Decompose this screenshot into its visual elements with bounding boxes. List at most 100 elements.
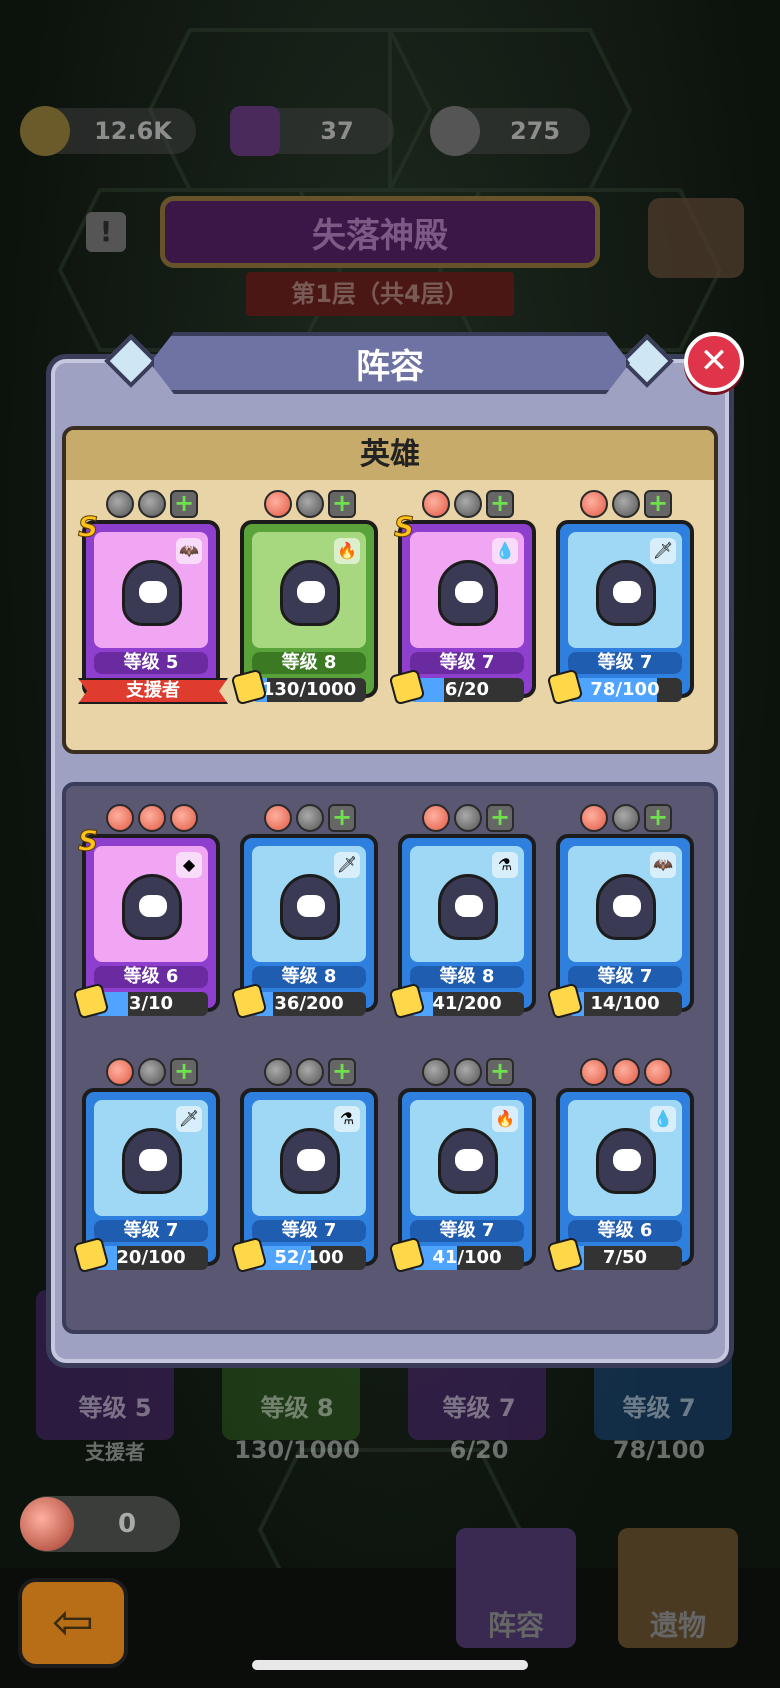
progress-text: 36/200 — [274, 993, 344, 1014]
hero-level: 等级 5 — [94, 652, 208, 674]
bg-level: 等级 8 — [260, 1394, 334, 1422]
shard-progress-bar: 3/10 — [94, 992, 208, 1016]
empty-feed-icon — [296, 1058, 324, 1086]
feed-indicators: + — [580, 804, 680, 834]
fire-icon: 🔥 — [492, 1106, 518, 1132]
progress-text: 6/20 — [444, 679, 490, 700]
hero-portrait: 🗡 — [94, 1100, 208, 1216]
card-frame: ⚗ 等级 7 52/100 — [230, 1088, 378, 1274]
card-frame: 🗡 等级 7 78/100 — [546, 520, 694, 706]
hero-card[interactable]: + 🗡 等级 7 20/100 — [72, 1058, 220, 1274]
hero-portrait: 🔥 — [252, 532, 366, 648]
hero-card[interactable]: + 🦇 等级 7 14/100 — [546, 804, 694, 1020]
character-icon — [280, 1128, 340, 1194]
alert-icon[interactable]: ! — [86, 212, 126, 252]
gem-counter: 37 — [230, 106, 394, 156]
hero-card[interactable]: + 🦇 等级 5 支援者 S — [77, 490, 228, 704]
card-frame: ◆ 等级 6 3/10 — [72, 834, 220, 1020]
modal-title: 阵容 — [356, 346, 424, 387]
hero-card[interactable]: + 🔥 等级 7 41/100 — [388, 1058, 536, 1274]
add-feed-icon: + — [486, 1058, 514, 1086]
potion-icon: ⚗ — [492, 852, 518, 878]
empty-feed-icon — [106, 490, 134, 518]
character-icon — [596, 1128, 656, 1194]
modal-title-bar: 阵容 — [150, 332, 630, 394]
empty-feed-icon — [264, 1058, 292, 1086]
rock-icon: ◆ — [176, 852, 202, 878]
hero-portrait: 🦇 — [568, 846, 682, 962]
water-icon: 💧 — [650, 1106, 676, 1132]
hero-card[interactable]: + ⚗ 等级 7 52/100 — [230, 1058, 378, 1274]
hero-level: 等级 7 — [252, 1220, 366, 1242]
feed-indicators — [106, 804, 206, 834]
hero-level: 等级 7 — [410, 1220, 524, 1242]
meat-icon — [20, 1497, 74, 1551]
hero-portrait: 🗡 — [568, 532, 682, 648]
map-title-banner: 失落神殿 — [160, 196, 600, 268]
map-title: 失落神殿 — [312, 215, 448, 256]
sword-icon: 🗡 — [650, 538, 676, 564]
card-frame: 🔥 等级 7 41/100 — [388, 1088, 536, 1274]
rarity-badge: S — [77, 824, 99, 858]
water-icon: 💧 — [492, 538, 518, 564]
hero-level: 等级 8 — [252, 966, 366, 988]
close-button[interactable]: ✕ — [684, 332, 744, 392]
hero-card[interactable]: + 🗡 等级 8 36/200 — [230, 804, 378, 1020]
meat-icon — [644, 1058, 672, 1086]
hero-card[interactable]: + 🗡 等级 7 78/100 — [546, 490, 694, 706]
card-frame: 💧 等级 7 6/20 — [388, 520, 536, 706]
gold-value: 12.6K — [94, 117, 172, 145]
feed-indicators: + — [422, 1058, 522, 1088]
character-icon — [438, 560, 498, 626]
hero-portrait: 🗡 — [252, 846, 366, 962]
character-icon — [122, 1128, 182, 1194]
hero-card[interactable]: + 🔥 等级 8 130/1000 — [230, 490, 378, 706]
hero-card[interactable]: ◆ 等级 6 3/10 S — [72, 804, 220, 1020]
back-button[interactable]: ⇦ — [18, 1578, 128, 1668]
character-icon — [596, 874, 656, 940]
hero-card[interactable]: + 💧 等级 7 6/20 S — [388, 490, 536, 706]
hero-portrait: ⚗ — [410, 846, 524, 962]
shard-progress-bar: 6/20 — [410, 678, 524, 702]
bg-support-badge: 支援者 — [85, 1440, 145, 1464]
feed-indicators: + — [264, 490, 364, 520]
meat-icon — [580, 490, 608, 518]
card-frame: ⚗ 等级 8 41/200 — [388, 834, 536, 1020]
pet-icon — [430, 106, 480, 156]
feed-indicators: + — [580, 490, 680, 520]
hero-card[interactable]: 💧 等级 6 7/50 — [546, 1058, 694, 1274]
tab-team[interactable]: 阵容 — [456, 1604, 576, 1644]
hero-card[interactable]: + ⚗ 等级 8 41/200 — [388, 804, 536, 1020]
character-icon — [122, 560, 182, 626]
pet-value: 275 — [509, 117, 561, 145]
meat-icon — [264, 804, 292, 832]
character-icon — [280, 560, 340, 626]
empty-feed-icon — [454, 490, 482, 518]
roster-panel: ◆ 等级 6 3/10 S + 🗡 等级 8 36/200 + ⚗ 等级 8 41/200 + 🦇 等级 7… — [62, 782, 718, 1334]
rarity-badge: S — [77, 510, 99, 544]
feed-indicators: + — [106, 490, 206, 520]
bg-level: 等级 5 — [78, 1394, 152, 1422]
meat-icon — [138, 804, 166, 832]
progress-text: 41/200 — [432, 993, 502, 1014]
hero-section-title: 英雄 — [66, 430, 714, 480]
fire-icon: 🔥 — [334, 538, 360, 564]
card-frame: 🗡 等级 7 20/100 — [72, 1088, 220, 1274]
shard-progress-bar: 7/50 — [568, 1246, 682, 1270]
shard-progress-bar: 41/200 — [410, 992, 524, 1016]
progress-text: 78/100 — [590, 679, 660, 700]
hero-level: 等级 7 — [568, 966, 682, 988]
feed-indicators: + — [422, 804, 522, 834]
meat-icon — [422, 804, 450, 832]
meat-counter: 0 — [20, 1496, 180, 1552]
add-feed-icon: + — [170, 1058, 198, 1086]
tab-relics[interactable]: 遗物 — [618, 1604, 738, 1644]
character-icon — [438, 874, 498, 940]
progress-text: 41/100 — [432, 1247, 502, 1268]
gold-counter: 12.6K — [20, 106, 196, 156]
hero-portrait: ⚗ — [252, 1100, 366, 1216]
meat-icon — [106, 804, 134, 832]
bg-level: 等级 7 — [622, 1394, 696, 1422]
character-icon — [122, 874, 182, 940]
chest-icon[interactable] — [648, 198, 744, 278]
